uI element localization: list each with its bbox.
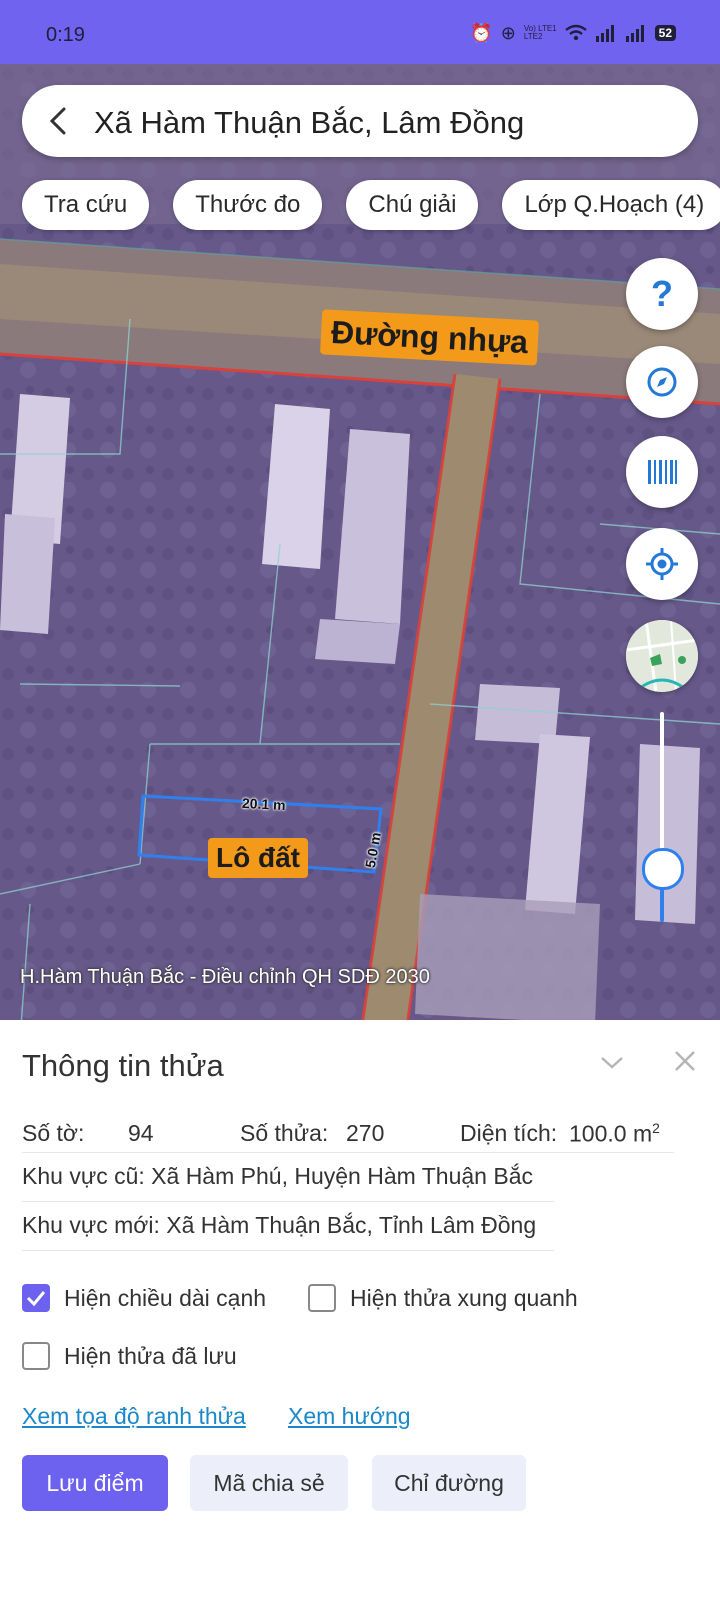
chip-planning-layers[interactable]: Lớp Q.Hoạch (4) [502, 180, 720, 230]
divider [22, 1250, 554, 1251]
volte-icon: Vo) LTE1 LTE2 [524, 25, 557, 41]
sheet-number-value: 94 [128, 1120, 154, 1146]
show-edge-length-label[interactable]: Hiện chiều dài cạnh [64, 1285, 266, 1312]
network-type-bottom: LTE2 [523, 32, 543, 41]
parcel-number-label: Số thửa: [240, 1120, 329, 1146]
area-value: 100.0 m2 [569, 1120, 660, 1148]
zoom-slider-track-upper [660, 712, 664, 862]
view-direction-link[interactable]: Xem hướng [288, 1403, 411, 1430]
compass-icon [647, 367, 677, 397]
divider [22, 1201, 554, 1202]
location-title[interactable]: Xã Hàm Thuận Bắc, Lâm Đồng [94, 105, 524, 141]
signal-icon [595, 25, 614, 42]
area-number: 100.0 m [569, 1120, 653, 1147]
zoom-slider-thumb[interactable] [642, 848, 684, 890]
parcel-number-value: 270 [346, 1120, 385, 1146]
battery-icon: 52 [654, 25, 676, 41]
show-saved-parcels-label[interactable]: Hiện thửa đã lưu [64, 1343, 237, 1370]
chip-ruler[interactable]: Thước đo [173, 180, 323, 230]
view-boundary-coordinates-link[interactable]: Xem tọa độ ranh thửa [22, 1403, 246, 1430]
sheet-number-label: Số tờ: [22, 1120, 85, 1146]
show-edge-length-checkbox[interactable] [22, 1284, 50, 1312]
show-surrounding-parcels-checkbox[interactable] [308, 1284, 336, 1312]
my-location-icon [646, 548, 678, 580]
compass-button[interactable] [626, 346, 698, 418]
data-saver-icon: ⊕ [500, 23, 516, 43]
map-thumbnail [626, 620, 698, 692]
new-area-text: Khu vực mới: Xã Hàm Thuận Bắc, Tỉnh Lâm … [22, 1212, 537, 1238]
chip-legend[interactable]: Chú giải [346, 180, 479, 230]
status-icons: ⏰ ⊕ Vo) LTE1 LTE2 52 [470, 24, 676, 42]
chevron-down-icon[interactable] [598, 1048, 626, 1076]
divider [22, 1152, 674, 1153]
map-layer-caption: H.Hàm Thuận Bắc - Điều chỉnh QH SDĐ 2030 [20, 966, 430, 988]
signal-icon [625, 25, 644, 42]
area-unit-superscript: 2 [652, 1120, 660, 1136]
show-saved-parcels-checkbox[interactable] [22, 1342, 50, 1370]
plot-label: Lô đất [208, 838, 308, 878]
parcel-info-panel: Thông tin thửa Số tờ: 94 Số thửa: 270 Di… [0, 1020, 720, 1580]
edge-length-label: 20.1 m [241, 794, 286, 814]
map-type-button[interactable] [626, 620, 698, 692]
back-arrow-icon[interactable] [42, 103, 78, 139]
status-bar: 0:19 ⏰ ⊕ Vo) LTE1 LTE2 52 [0, 0, 720, 64]
help-icon: ? [651, 273, 673, 314]
barcode-icon [648, 460, 677, 484]
alarm-icon: ⏰ [470, 23, 493, 43]
barcode-button[interactable] [626, 436, 698, 508]
save-point-button[interactable]: Lưu điểm [22, 1455, 168, 1511]
search-bar[interactable]: Xã Hàm Thuận Bắc, Lâm Đồng [22, 85, 698, 157]
area-label: Diện tích: [460, 1120, 558, 1146]
checkmark-icon [26, 1291, 46, 1307]
chip-lookup[interactable]: Tra cứu [22, 180, 150, 230]
share-code-button[interactable]: Mã chia sẻ [190, 1455, 348, 1511]
my-location-button[interactable] [626, 528, 698, 600]
close-icon[interactable] [672, 1048, 698, 1074]
wifi-icon [564, 24, 587, 41]
panel-title: Thông tin thửa [22, 1048, 224, 1083]
status-time: 0:19 [46, 24, 85, 46]
directions-button[interactable]: Chỉ đường [372, 1455, 526, 1511]
parcel-stats-row: Số tờ: 94 Số thửa: 270 Diện tích: 100.0 … [22, 1120, 698, 1160]
old-area-text: Khu vực cũ: Xã Hàm Phú, Huyện Hàm Thuận … [22, 1163, 533, 1189]
filter-chips: Tra cứu Thước đo Chú giải Lớp Q.Hoạch (4… [22, 180, 720, 230]
show-surrounding-parcels-label[interactable]: Hiện thửa xung quanh [350, 1285, 578, 1312]
help-button[interactable]: ? [626, 258, 698, 330]
